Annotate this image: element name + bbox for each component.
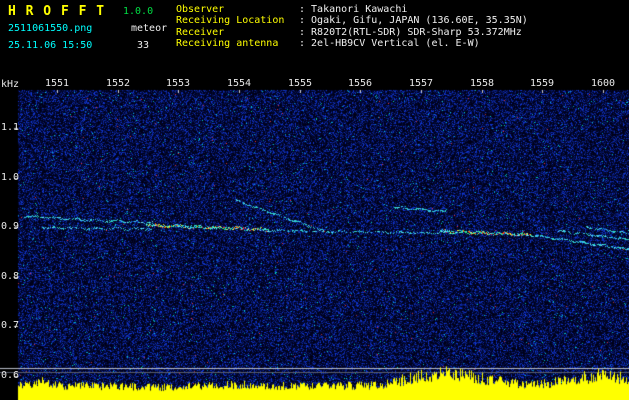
info-value: : Ogaki, Gifu, JAPAN (136.60E, 35.35N) <box>299 15 528 27</box>
freq-axis-unit: kHz <box>1 79 20 90</box>
freq-tick-label: 1.0 <box>1 172 20 183</box>
freq-tick-label: 1.1 <box>1 122 20 133</box>
time-tick-label: 1553 <box>165 78 191 89</box>
time-tick-label: 1559 <box>529 78 555 89</box>
freq-tick-label: 0.6 <box>1 370 20 381</box>
info-value: : Takanori Kawachi <box>299 4 408 15</box>
app-title: H R O F F T <box>8 4 106 19</box>
time-tick-label: 1551 <box>44 78 70 89</box>
datetime-label: 25.11.06 15:50 <box>8 40 93 51</box>
time-tick-label: 1552 <box>105 78 131 89</box>
freq-tick-label: 0.9 <box>1 221 20 232</box>
time-tick-label: 1558 <box>469 78 495 89</box>
info-row-antenna: Receiving antenna : 2el-HB9CV Vertical (… <box>176 38 528 49</box>
info-label: Observer <box>176 4 225 15</box>
info-value: : R820T2(RTL-SDR) SDR-Sharp 53.372MHz <box>299 26 522 38</box>
hrofft-window: H R O F F T 1.0.0 2511061550.png meteor … <box>0 0 629 400</box>
echo-count: 33 <box>137 40 150 51</box>
freq-tick-label: 0.8 <box>1 271 20 282</box>
output-filename: 2511061550.png <box>8 23 93 34</box>
time-tick-label: 1556 <box>347 78 373 89</box>
info-row-receiver: Receiver : R820T2(RTL-SDR) SDR-Sharp 53.… <box>176 27 528 38</box>
time-tick-label: 1555 <box>287 78 313 89</box>
freq-tick-label: 0.7 <box>1 320 20 331</box>
info-row-observer: Observer : Takanori Kawachi <box>176 4 528 15</box>
app-version: 1.0.0 <box>123 6 154 17</box>
mode-label: meteor <box>131 23 168 34</box>
info-value: : 2el-HB9CV Vertical (el. E-W) <box>299 38 480 50</box>
info-label: Receiving antenna <box>176 38 279 50</box>
time-tick-label: 1557 <box>408 78 434 89</box>
info-label: Receiving Location <box>176 15 285 27</box>
time-tick-label: 1600 <box>590 78 616 89</box>
station-info: Observer : Takanori Kawachi Receiving Lo… <box>176 4 528 50</box>
info-row-location: Receiving Location : Ogaki, Gifu, JAPAN … <box>176 15 528 26</box>
info-label: Receiver <box>176 26 225 38</box>
spectrogram-canvas <box>0 0 629 400</box>
time-tick-label: 1554 <box>226 78 252 89</box>
